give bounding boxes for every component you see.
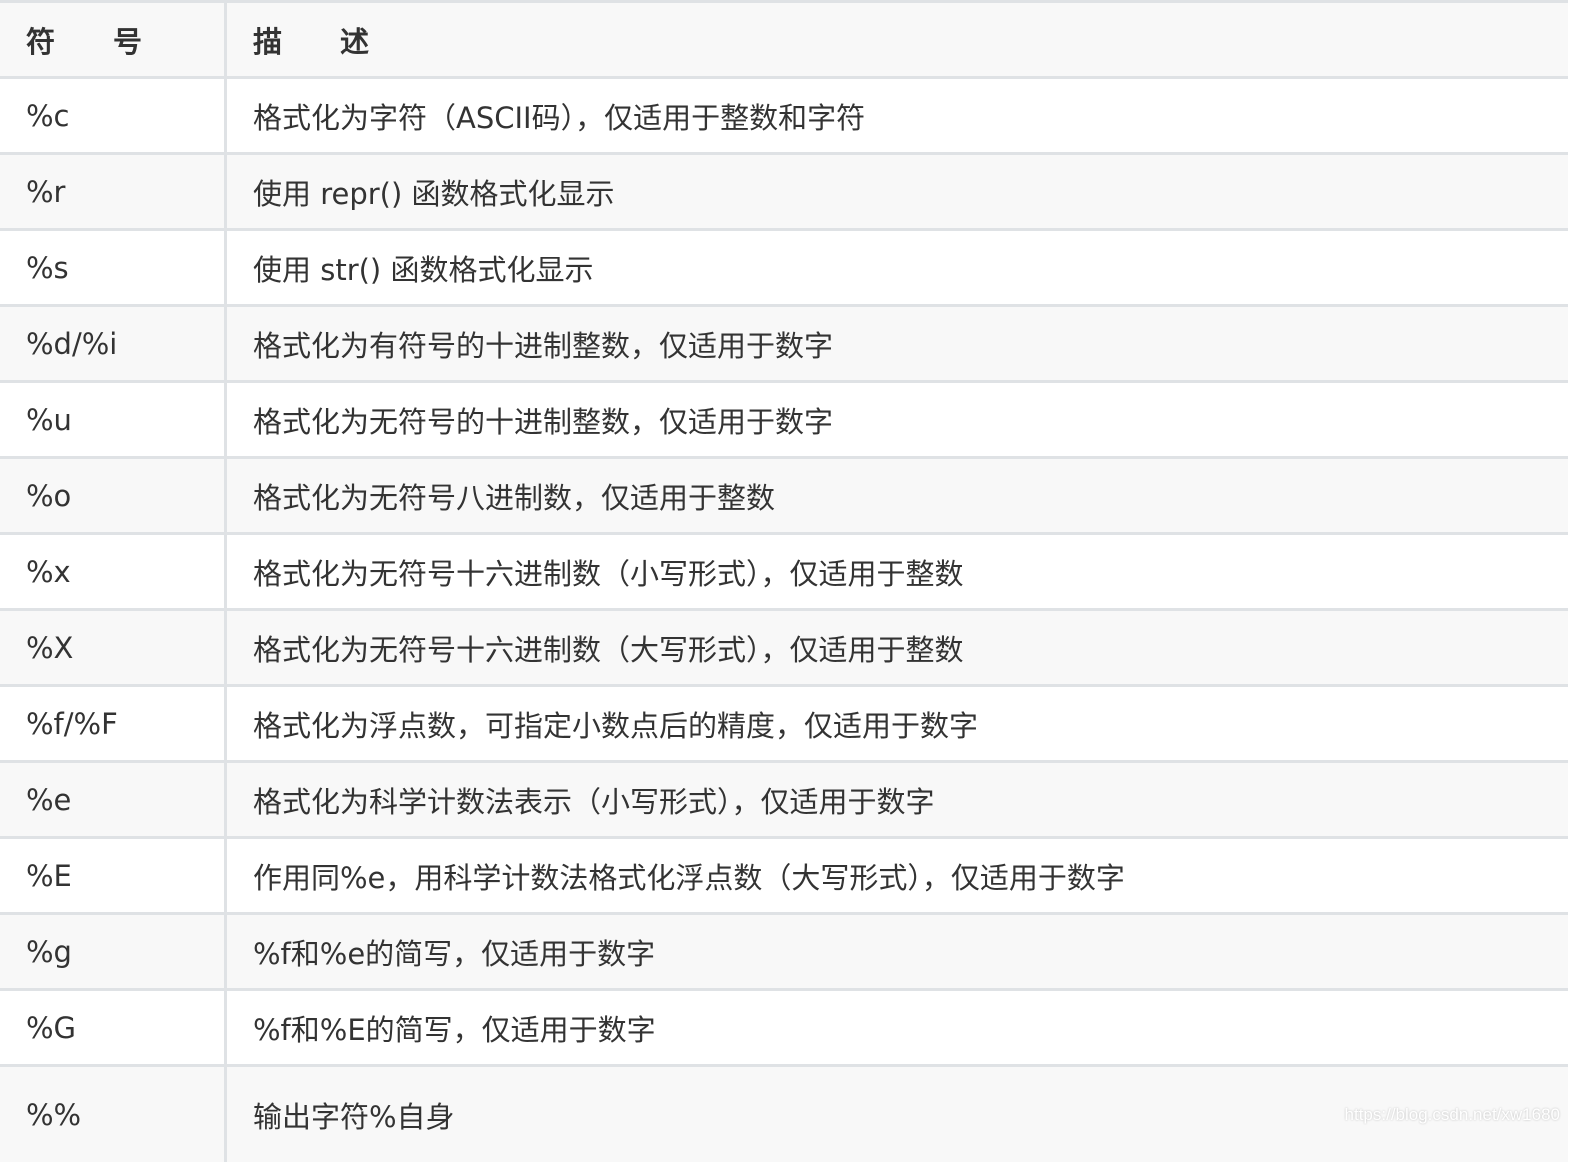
table-row: %x 格式化为无符号十六进制数（小写形式），仅适用于整数 (0, 535, 1568, 611)
cell-symbol: %f/%F (0, 687, 227, 760)
cell-description: 格式化为无符号八进制数，仅适用于整数 (253, 480, 776, 515)
cell-description: %f和%e的简写，仅适用于数字 (253, 936, 656, 971)
cell-symbol: %s (0, 231, 227, 304)
format-specifier-table: 符 号 描 述 %c 格式化为字符（ASCII码），仅适用于整数和字符 %r 使用 r… (0, 0, 1568, 1162)
table-row: %u 格式化为无符号的十进制整数，仅适用于数字 (0, 383, 1568, 459)
table-row: %s 使用 str() 函数格式化显示 (0, 231, 1568, 307)
header-symbol: 符 号 (0, 3, 227, 76)
table-row: %c 格式化为字符（ASCII码），仅适用于整数和字符 (0, 79, 1568, 155)
cell-symbol: %g (0, 915, 227, 988)
cell-symbol: %e (0, 763, 227, 836)
cell-description: 使用 str() 函数格式化显示 (253, 252, 594, 287)
cell-symbol: %r (0, 155, 227, 228)
table-row: %e 格式化为科学计数法表示（小写形式），仅适用于数字 (0, 763, 1568, 839)
cell-symbol: %E (0, 839, 227, 912)
table-row: %r 使用 repr() 函数格式化显示 (0, 155, 1568, 231)
cell-description: 格式化为有符号的十进制整数，仅适用于数字 (253, 328, 834, 363)
cell-symbol: %G (0, 991, 227, 1064)
cell-symbol: %% (0, 1067, 227, 1162)
cell-description: 格式化为无符号的十进制整数，仅适用于数字 (253, 404, 834, 439)
cell-symbol: %d/%i (0, 307, 227, 380)
watermark: https://blog.csdn.net/xw1680 (1344, 1105, 1560, 1124)
cell-description: 使用 repr() 函数格式化显示 (253, 176, 615, 211)
cell-symbol: %o (0, 459, 227, 532)
table-row: %X 格式化为无符号十六进制数（大写形式），仅适用于整数 (0, 611, 1568, 687)
cell-description: 格式化为字符（ASCII码），仅适用于整数和字符 (253, 100, 866, 135)
table-header: 符 号 描 述 (0, 3, 1568, 79)
cell-description: 作用同%e，用科学计数法格式化浮点数（大写形式），仅适用于数字 (253, 860, 1125, 895)
table-row: %G %f和%E的简写，仅适用于数字 (0, 991, 1568, 1067)
cell-symbol: %u (0, 383, 227, 456)
cell-description: %f和%E的简写，仅适用于数字 (253, 1012, 656, 1047)
table-row: %f/%F 格式化为浮点数，可指定小数点后的精度，仅适用于数字 (0, 687, 1568, 763)
table-row: %o 格式化为无符号八进制数，仅适用于整数 (0, 459, 1568, 535)
cell-symbol: %x (0, 535, 227, 608)
table-row: %% 输出字符%自身 (0, 1067, 1568, 1162)
cell-description: 格式化为无符号十六进制数（大写形式），仅适用于整数 (253, 632, 964, 667)
table-row: %E 作用同%e，用科学计数法格式化浮点数（大写形式），仅适用于数字 (0, 839, 1568, 915)
cell-description: 格式化为无符号十六进制数（小写形式），仅适用于整数 (253, 556, 964, 591)
cell-description: 格式化为科学计数法表示（小写形式），仅适用于数字 (253, 784, 935, 819)
table-row: %g %f和%e的简写，仅适用于数字 (0, 915, 1568, 991)
cell-symbol: %X (0, 611, 227, 684)
table-row: %d/%i 格式化为有符号的十进制整数，仅适用于数字 (0, 307, 1568, 383)
cell-symbol: %c (0, 79, 227, 152)
cell-description: 格式化为浮点数，可指定小数点后的精度，仅适用于数字 (253, 708, 979, 743)
header-description: 描 述 (253, 24, 370, 59)
